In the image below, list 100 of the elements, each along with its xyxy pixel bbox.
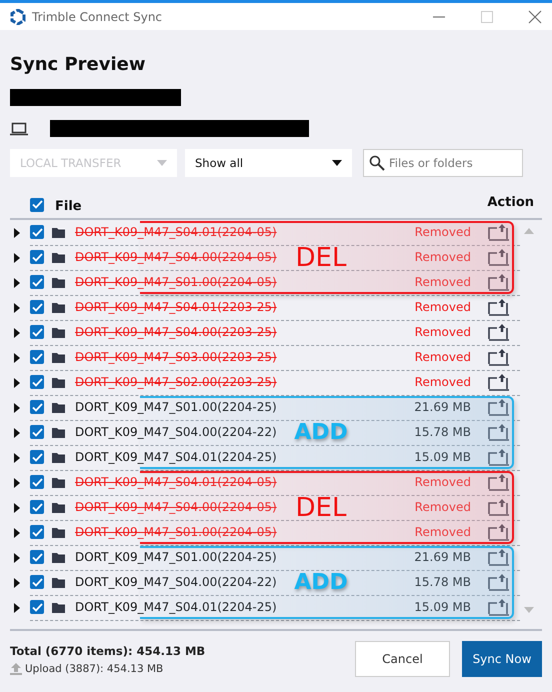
upload-laptop-icon[interactable]	[486, 398, 510, 416]
cancel-button[interactable]: Cancel	[355, 641, 450, 677]
folder-icon	[52, 502, 65, 512]
row-checkbox[interactable]	[30, 225, 44, 239]
upload-laptop-icon[interactable]	[486, 598, 510, 616]
row-checkbox[interactable]	[30, 575, 44, 589]
expand-arrow-icon[interactable]	[14, 452, 20, 462]
folder-icon	[52, 252, 65, 262]
expand-arrow-icon[interactable]	[14, 252, 20, 262]
row-checkbox[interactable]	[30, 475, 44, 489]
folder-icon	[52, 352, 65, 362]
expand-arrow-icon[interactable]	[14, 478, 20, 488]
upload-laptop-icon[interactable]	[486, 473, 510, 491]
file-name: DORT_K09_M47_S01.00(2204-25)	[75, 400, 277, 414]
file-name: DORT_K09_M47_S04.00(2203-25)	[75, 325, 277, 339]
annotation-label: ADD	[294, 570, 348, 595]
laptop-icon	[10, 122, 28, 136]
expand-arrow-icon[interactable]	[14, 352, 20, 362]
upload-laptop-icon[interactable]	[486, 273, 510, 291]
row-checkbox[interactable]	[30, 425, 44, 439]
folder-icon	[52, 552, 65, 562]
upload-laptop-icon[interactable]	[486, 548, 510, 566]
expand-arrow-icon[interactable]	[14, 502, 20, 512]
upload-laptop-icon[interactable]	[486, 573, 510, 591]
file-name: DORT_K09_M47_S04.00(2204-22)	[75, 575, 277, 589]
folder-icon	[52, 376, 65, 388]
sync-button[interactable]: Sync Now	[462, 641, 542, 677]
file-status: Removed	[414, 375, 471, 389]
expand-arrow-icon[interactable]	[14, 228, 20, 238]
row-checkbox[interactable]	[30, 400, 44, 414]
expand-arrow-icon[interactable]	[14, 402, 20, 412]
filter-dropdown[interactable]: Show all	[185, 149, 352, 177]
upload-laptop-icon[interactable]	[486, 423, 510, 441]
row-checkbox[interactable]	[30, 300, 44, 314]
window-title: Trimble Connect Sync	[32, 10, 164, 24]
file-name: DORT_K09_M47_S04.01(2204-25)	[75, 450, 277, 464]
file-name: DORT_K09_M47_S01.00(2204-05)	[75, 525, 277, 539]
total-summary: Total (6770 items): 454.13 MB	[10, 644, 206, 658]
row-checkbox[interactable]	[30, 525, 44, 539]
expand-arrow-icon[interactable]	[14, 278, 20, 288]
file-name: DORT_K09_M47_S01.00(2204-05)	[75, 275, 277, 289]
file-name: DORT_K09_M47_S04.00(2204-22)	[75, 425, 277, 439]
folder-icon	[52, 576, 65, 588]
search-field[interactable]: Files or folders	[363, 149, 523, 177]
file-status: Removed	[414, 225, 471, 239]
close-button[interactable]	[528, 10, 542, 24]
page-heading: Sync Preview	[10, 54, 146, 75]
expand-arrow-icon[interactable]	[14, 378, 20, 388]
expand-arrow-icon[interactable]	[14, 328, 20, 338]
file-name: DORT_K09_M47_S04.00(2204-05)	[75, 500, 277, 514]
file-status: 15.09 MB	[413, 600, 471, 614]
row-checkbox[interactable]	[30, 550, 44, 564]
upload-arrow-icon	[10, 662, 22, 674]
caret-icon	[157, 160, 167, 166]
file-name: DORT_K09_M47_S03.00(2203-25)	[75, 350, 277, 364]
upload-laptop-icon[interactable]	[486, 248, 510, 266]
row-checkbox[interactable]	[30, 600, 44, 614]
expand-arrow-icon[interactable]	[14, 552, 20, 562]
upload-laptop-icon[interactable]	[486, 323, 510, 341]
file-status: Removed	[414, 275, 471, 289]
expand-arrow-icon[interactable]	[14, 578, 20, 588]
file-status: 21.69 MB	[413, 550, 471, 564]
expand-arrow-icon[interactable]	[14, 602, 20, 612]
upload-laptop-icon[interactable]	[486, 498, 510, 516]
caret-icon	[332, 160, 342, 166]
upload-laptop-icon[interactable]	[486, 348, 510, 366]
file-status: Removed	[414, 250, 471, 264]
select-all-checkbox[interactable]	[30, 198, 44, 212]
column-header: Action	[487, 195, 534, 210]
file-name: DORT_K09_M47_S01.00(2204-25)	[75, 550, 277, 564]
row-checkbox[interactable]	[30, 325, 44, 339]
upload-laptop-icon[interactable]	[486, 523, 510, 541]
row-checkbox[interactable]	[30, 350, 44, 364]
file-status: 15.78 MB	[413, 575, 471, 589]
expand-arrow-icon[interactable]	[14, 528, 20, 538]
upload-laptop-icon[interactable]	[486, 223, 510, 241]
folder-icon	[52, 302, 65, 312]
row-checkbox[interactable]	[30, 500, 44, 514]
file-status: Removed	[414, 500, 471, 514]
file-name: DORT_K09_M47_S04.01(2203-25)	[75, 300, 277, 314]
annotation-label: ADD	[294, 420, 348, 445]
expand-arrow-icon[interactable]	[14, 428, 20, 438]
row-checkbox[interactable]	[30, 375, 44, 389]
folder-icon	[52, 326, 65, 338]
app-logo-icon	[10, 8, 26, 24]
upload-laptop-icon[interactable]	[486, 373, 510, 391]
folder-icon	[52, 226, 65, 238]
file-status: Removed	[414, 475, 471, 489]
file-name: DORT_K09_M47_S04.01(2204-25)	[75, 600, 277, 614]
annotation-label: DEL	[296, 242, 346, 272]
row-checkbox[interactable]	[30, 250, 44, 264]
file-status: 15.78 MB	[413, 425, 471, 439]
file-status: Removed	[414, 300, 471, 314]
expand-arrow-icon[interactable]	[14, 302, 20, 312]
upload-summary: Upload (3887): 454.13 MB	[25, 662, 164, 674]
file-status: Removed	[414, 350, 471, 364]
upload-laptop-icon[interactable]	[486, 298, 510, 316]
row-checkbox[interactable]	[30, 450, 44, 464]
upload-laptop-icon[interactable]	[486, 448, 510, 466]
row-checkbox[interactable]	[30, 275, 44, 289]
